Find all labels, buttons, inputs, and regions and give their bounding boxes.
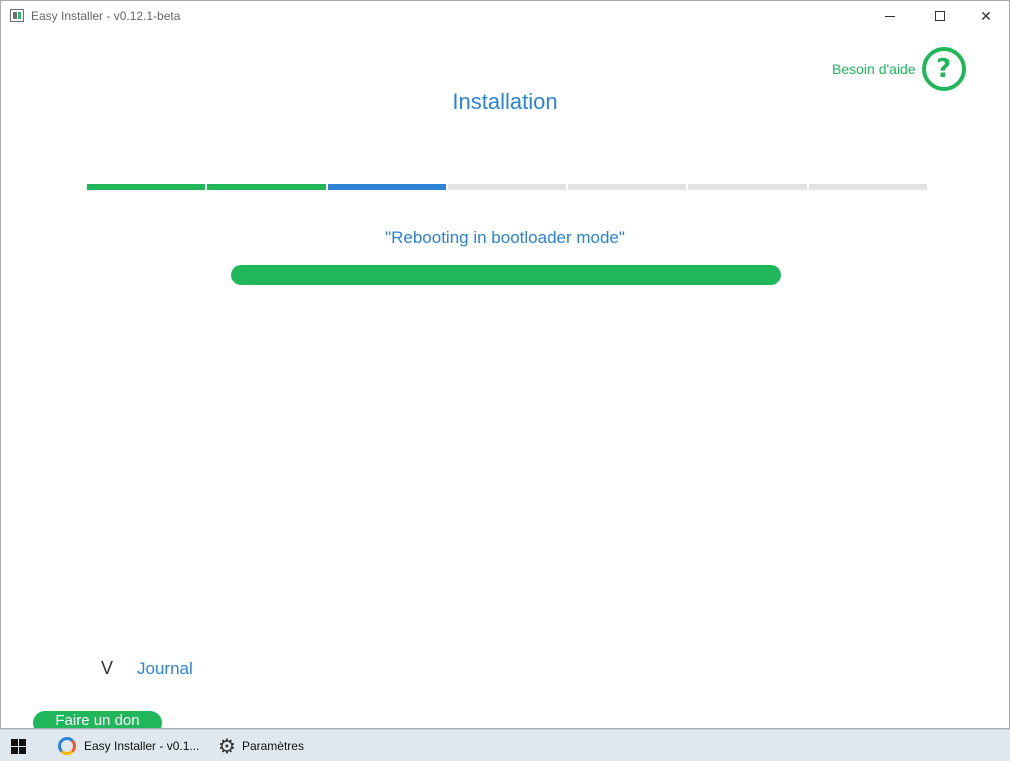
window-title: Easy Installer - v0.12.1-beta (31, 9, 181, 23)
donate-button[interactable]: Faire un don (33, 711, 162, 728)
taskbar-item-easy-installer[interactable]: Easy Installer - v0.1... (50, 730, 200, 761)
step-segment-2 (207, 184, 326, 190)
step-segment-1 (87, 184, 206, 190)
help-label: Besoin d'aide (832, 61, 916, 77)
taskbar-item-settings[interactable]: ⚙ Paramètres (212, 730, 322, 761)
taskbar: Easy Installer - v0.1... ⚙ Paramètres (0, 729, 1010, 761)
close-icon: ✕ (980, 7, 992, 24)
maximize-button[interactable] (917, 1, 963, 31)
journal-toggle[interactable]: V Journal (101, 658, 193, 679)
step-segment-6 (688, 184, 807, 190)
help-link[interactable]: Besoin d'aide ? (832, 47, 966, 91)
taskbar-item-label: Paramètres (241, 739, 304, 753)
page-title: Installation (452, 89, 558, 114)
windows-icon (10, 738, 26, 754)
start-button[interactable] (0, 730, 36, 761)
step-segment-5 (568, 184, 687, 190)
journal-label[interactable]: Journal (137, 659, 193, 679)
maximize-icon (935, 11, 945, 21)
step-segment-4 (447, 184, 567, 190)
minimize-button[interactable] (867, 1, 913, 31)
step-indicator (87, 184, 927, 190)
close-button[interactable]: ✕ (963, 1, 1009, 31)
title-bar[interactable]: Easy Installer - v0.12.1-beta ✕ (1, 1, 1009, 31)
app-window: Easy Installer - v0.12.1-beta ✕ Besoin d… (0, 0, 1010, 729)
step-segment-7 (808, 184, 927, 190)
progress-bar (231, 265, 781, 285)
status-message: "Rebooting in bootloader mode" (385, 228, 625, 247)
chevron-down-icon[interactable]: V (101, 658, 137, 679)
easy-installer-icon (58, 737, 76, 755)
help-icon[interactable]: ? (921, 47, 966, 91)
gear-icon: ⚙ (218, 734, 236, 758)
app-icon (10, 9, 24, 22)
step-segment-3 (327, 184, 446, 190)
taskbar-item-label: Easy Installer - v0.1... (84, 739, 200, 753)
minimize-icon (885, 15, 895, 17)
progress-bar-fill (231, 265, 781, 285)
